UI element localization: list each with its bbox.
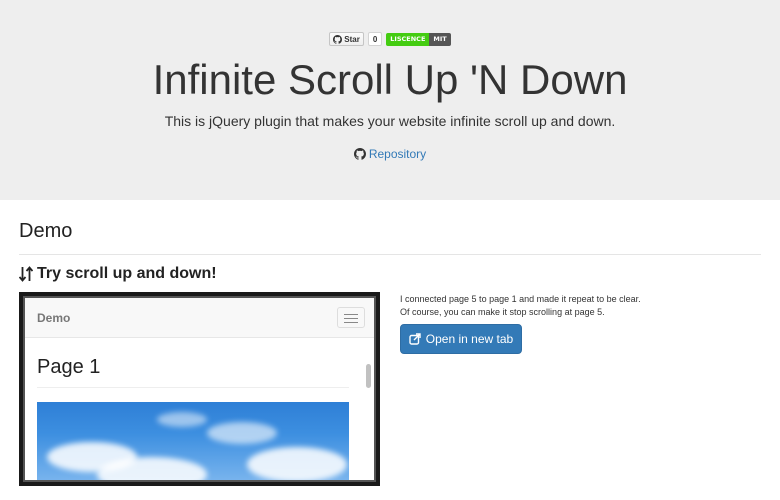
cloud-shape: [157, 412, 207, 427]
jumbotron: Star 0 LISCENCE MIT Infinite Scroll Up '…: [0, 0, 780, 200]
github-icon: [333, 34, 343, 44]
demo-navbar: Demo: [25, 298, 374, 338]
demo-description: I connected page 5 to page 1 and made it…: [400, 293, 641, 319]
navbar-toggle-button[interactable]: [337, 307, 365, 328]
repository-link-row: Repository: [0, 147, 780, 161]
demo-heading: Demo: [19, 220, 73, 242]
hamburger-icon-line: [344, 322, 358, 323]
external-link-icon: [409, 333, 421, 345]
star-count[interactable]: 0: [367, 32, 383, 46]
hamburger-icon-line: [344, 318, 358, 319]
demo-navbar-brand[interactable]: Demo: [37, 311, 70, 325]
github-star-button[interactable]: Star: [329, 32, 364, 46]
try-heading-text: Try scroll up and down!: [37, 265, 217, 282]
licence-badge[interactable]: LISCENCE MIT: [386, 32, 451, 46]
repository-link[interactable]: Repository: [369, 147, 426, 161]
badges-row: Star 0 LISCENCE MIT: [0, 32, 780, 46]
description-line-2: Of course, you can make it stop scrollin…: [400, 307, 605, 317]
cloud-shape: [247, 447, 347, 480]
licence-value: MIT: [429, 32, 451, 46]
demo-scrollbar[interactable]: [366, 364, 371, 388]
description-line-1: I connected page 5 to page 1 and made it…: [400, 294, 641, 304]
demo-iframe-content[interactable]: Demo Page 1: [25, 298, 374, 480]
demo-page-title: Page 1: [37, 356, 101, 378]
hamburger-icon: [344, 314, 358, 315]
try-heading: Try scroll up and down!: [19, 265, 217, 283]
cloud-shape: [207, 422, 277, 444]
licence-label: LISCENCE: [386, 32, 430, 46]
open-in-new-tab-button[interactable]: Open in new tab: [400, 324, 522, 354]
github-icon: [353, 148, 366, 160]
page-title: Infinite Scroll Up 'N Down: [152, 56, 628, 103]
demo-sky-image: [37, 402, 349, 480]
open-button-label: Open in new tab: [425, 332, 514, 346]
star-label: Star: [344, 34, 360, 44]
sort-arrows-icon: [19, 266, 33, 282]
demo-iframe[interactable]: Demo Page 1: [19, 292, 380, 486]
lead-text: This is jQuery plugin that makes your we…: [164, 113, 616, 129]
divider: [19, 254, 761, 255]
demo-page-divider: [37, 387, 349, 388]
